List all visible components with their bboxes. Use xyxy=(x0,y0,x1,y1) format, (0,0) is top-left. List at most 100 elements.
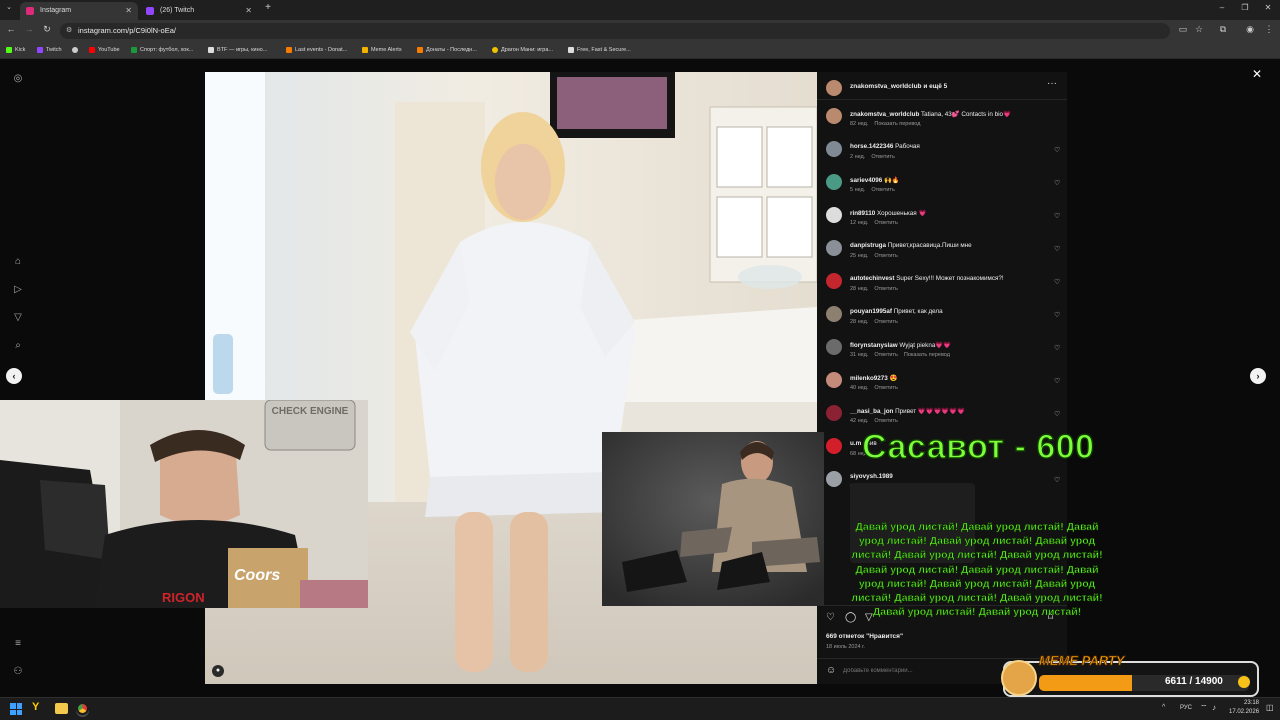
comment-action[interactable]: Показать перевод xyxy=(874,121,920,127)
comment-like-icon[interactable]: ♡ xyxy=(1054,212,1060,220)
comment-username[interactable]: florynstanyslaw xyxy=(850,342,898,349)
comment-action[interactable]: Ответить xyxy=(871,187,895,193)
avatar[interactable] xyxy=(826,438,842,454)
clock-time[interactable]: 23:18 xyxy=(1229,700,1259,706)
yandex-browser-icon[interactable]: Y xyxy=(32,701,39,713)
menu-icon[interactable]: ⋮ xyxy=(1262,24,1276,35)
meta-icon[interactable]: ⚇ xyxy=(11,665,25,679)
comment-action[interactable]: Ответить xyxy=(874,418,898,424)
network-icon[interactable]: ⌔ xyxy=(1200,703,1208,713)
tab-twitch[interactable]: (26) Twitch ✕ xyxy=(140,2,258,20)
comment-like-icon[interactable]: ♡ xyxy=(1054,410,1060,418)
comment-username[interactable]: autotechinvest xyxy=(850,275,894,282)
install-app-icon[interactable]: ▭ xyxy=(1176,24,1190,35)
post-header-user[interactable]: znakomstva_worldclub и ещё 5 xyxy=(850,83,947,90)
chrome-icon[interactable] xyxy=(76,702,89,715)
bookmark-dragon[interactable]: Драгон Мани: игра... xyxy=(492,45,553,55)
back-icon[interactable]: ← xyxy=(4,24,18,34)
bookmark-btf[interactable]: BTF — игры, кино... xyxy=(208,45,267,55)
comment-username[interactable]: sariev4096 xyxy=(850,177,882,184)
avatar[interactable] xyxy=(826,372,842,388)
avatar[interactable] xyxy=(826,174,842,190)
avatar[interactable] xyxy=(826,141,842,157)
reload-icon[interactable]: ↻ xyxy=(40,24,54,35)
bookmark-twitch[interactable]: Twitch xyxy=(37,45,62,55)
profile-icon[interactable]: ◉ xyxy=(1243,24,1257,35)
bookmark-youtube[interactable]: YouTube xyxy=(89,45,120,55)
avatar[interactable] xyxy=(826,207,842,223)
comment-like-icon[interactable]: ♡ xyxy=(1054,278,1060,286)
avatar[interactable] xyxy=(826,273,842,289)
next-post-button[interactable]: › xyxy=(1250,368,1266,384)
bookmark-kick[interactable]: Kick xyxy=(6,45,25,55)
extensions-icon[interactable]: ⧉ xyxy=(1216,24,1230,35)
comment-like-icon[interactable]: ♡ xyxy=(1054,245,1060,253)
site-info-icon[interactable]: ⚙ xyxy=(66,23,72,39)
comment-username[interactable]: pouyan1995af xyxy=(850,308,892,315)
reels-icon[interactable]: ▷ xyxy=(11,283,25,297)
bookmark-donat[interactable]: Last events - Donat... xyxy=(286,45,347,55)
avatar[interactable] xyxy=(826,471,842,487)
comment-like-icon[interactable]: ♡ xyxy=(1054,344,1060,352)
send-icon[interactable]: ▽ xyxy=(11,311,25,325)
avatar[interactable] xyxy=(826,306,842,322)
comment-username[interactable]: milenko9273 xyxy=(850,375,888,382)
comment-action[interactable]: Ответить xyxy=(874,352,898,358)
likes-count[interactable]: 669 отметок "Нравится" xyxy=(826,633,903,640)
prev-post-button[interactable]: ‹ xyxy=(6,368,22,384)
restore-button[interactable]: ❐ xyxy=(1235,3,1255,12)
close-post-icon[interactable]: ✕ xyxy=(1252,67,1262,81)
like-icon[interactable]: ♡ xyxy=(826,612,835,623)
comment-username[interactable]: danpistruga xyxy=(850,242,886,249)
notifications-icon[interactable]: ◫ xyxy=(1266,703,1274,712)
comment-action[interactable]: Ответить xyxy=(874,253,898,259)
comment-action[interactable]: Ответить xyxy=(874,319,898,325)
volume-icon[interactable]: ♪ xyxy=(1212,703,1216,712)
comment-action[interactable]: Ответить xyxy=(874,385,898,391)
emoji-icon[interactable]: ☺ xyxy=(826,665,836,676)
start-icon[interactable] xyxy=(10,703,22,715)
minimize-button[interactable]: – xyxy=(1212,3,1232,12)
comment-like-icon[interactable]: ♡ xyxy=(1054,377,1060,385)
close-tab-icon[interactable]: ✕ xyxy=(125,2,132,20)
more-menu-icon[interactable]: ≡ xyxy=(11,637,25,651)
comment-like-icon[interactable]: ♡ xyxy=(1054,476,1060,484)
tab-list-icon[interactable]: ⌄ xyxy=(2,3,16,11)
close-tab-icon[interactable]: ✕ xyxy=(245,2,252,20)
home-icon[interactable]: ⌂ xyxy=(11,255,25,269)
search-icon[interactable]: ⌕ xyxy=(11,339,25,353)
avatar[interactable] xyxy=(826,240,842,256)
bookmark-meme-alerts[interactable]: Meme Alerts xyxy=(362,45,402,55)
tab-instagram[interactable]: Instagram ✕ xyxy=(20,2,138,20)
close-window-button[interactable]: ✕ xyxy=(1258,3,1278,12)
url-input[interactable]: ⚙ instagram.com/p/C9i0lN-oEa/ xyxy=(60,23,1170,39)
language-indicator[interactable]: РУС xyxy=(1180,705,1192,711)
bookmark-sport[interactable]: Спорт: футбол, хок... xyxy=(131,45,193,55)
more-options-icon[interactable]: ··· xyxy=(1047,78,1057,89)
comment-action[interactable]: Ответить xyxy=(874,286,898,292)
clock-date[interactable]: 17.02.2026 xyxy=(1229,709,1259,715)
tray-chevron-icon[interactable]: ^ xyxy=(1162,704,1165,711)
bookmark-star-icon[interactable]: ☆ xyxy=(1192,24,1206,35)
comment-username[interactable]: __nasi_ba_jon xyxy=(850,408,893,415)
comment-username[interactable]: siyovysh.1989 xyxy=(850,473,893,480)
comment-username[interactable]: rin89110 xyxy=(850,210,875,217)
avatar[interactable] xyxy=(826,339,842,355)
comment-like-icon[interactable]: ♡ xyxy=(1054,311,1060,319)
avatar[interactable] xyxy=(826,80,842,96)
bookmark-free-fast[interactable]: Free, Fast & Secure... xyxy=(568,45,631,55)
instagram-logo-icon[interactable]: ◎ xyxy=(11,72,25,86)
comment-username[interactable]: horse.1422346 xyxy=(850,143,893,150)
new-tab-button[interactable]: + xyxy=(258,2,278,13)
comment-like-icon[interactable]: ♡ xyxy=(1054,179,1060,187)
comment-action[interactable]: Ответить xyxy=(874,220,898,226)
comment-username[interactable]: u.m xyxy=(850,440,861,447)
comment-like-icon[interactable]: ♡ xyxy=(1054,146,1060,154)
bookmark-donaty[interactable]: Донаты - Последн... xyxy=(417,45,477,55)
avatar[interactable] xyxy=(826,405,842,421)
file-explorer-icon[interactable] xyxy=(55,703,68,714)
comment-username[interactable]: znakomstva_worldclub xyxy=(850,111,919,118)
forward-icon[interactable]: → xyxy=(22,24,36,34)
comment-action[interactable]: Показать перевод xyxy=(904,352,950,358)
comment-action[interactable]: Ответить xyxy=(871,154,895,160)
